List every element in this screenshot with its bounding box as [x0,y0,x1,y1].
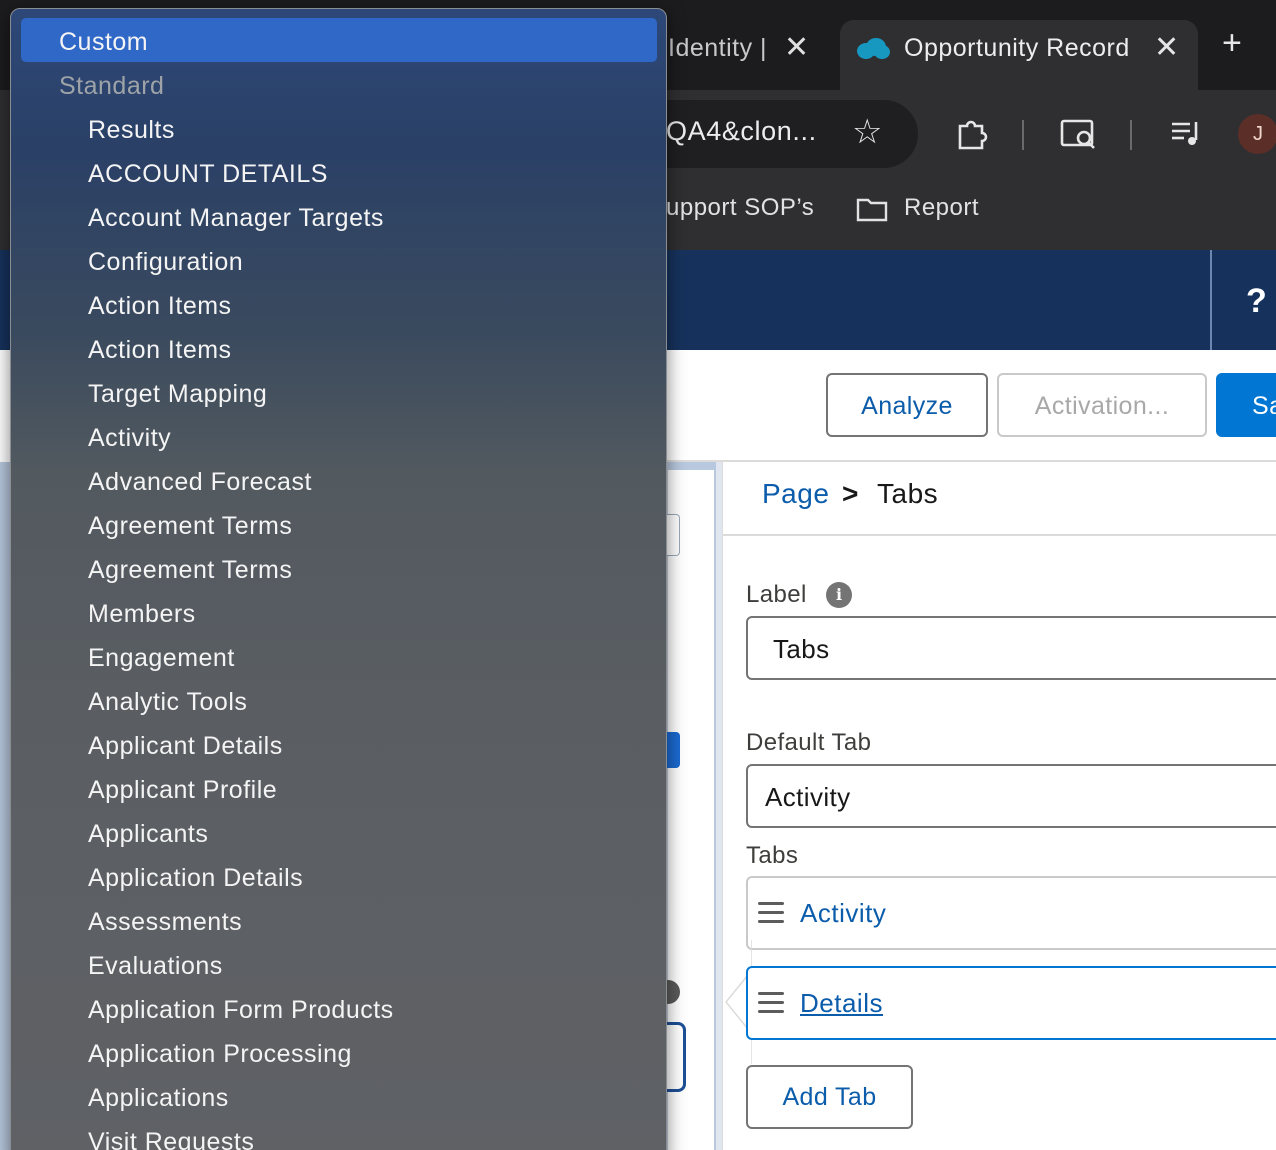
label-input[interactable]: Tabs [746,616,1276,680]
menu-option[interactable]: Application Processing [88,1040,352,1069]
new-tab-button[interactable]: + [1222,24,1242,63]
drag-handle-icon[interactable] [758,902,784,924]
menu-option[interactable]: Agreement Terms [88,556,292,585]
menu-option[interactable]: Assessments [88,908,242,937]
media-queue-icon[interactable] [1170,116,1204,150]
menu-option[interactable]: Results [88,116,175,145]
add-tab-button[interactable]: Add Tab [746,1065,913,1129]
properties-divider [722,534,1276,536]
bookmark-report[interactable]: Report [904,194,979,222]
menu-option[interactable]: Applications [88,1084,229,1113]
tab-list-item-details[interactable]: Details [746,966,1276,1040]
extensions-puzzle-icon[interactable] [954,116,990,152]
breadcrumb-current: Tabs [877,478,939,509]
default-tab-value: Activity [765,782,851,812]
tab-list-item-label[interactable]: Details [800,988,883,1019]
address-text[interactable]: QA4&clon... [666,116,817,147]
menu-option[interactable]: Activity [88,424,171,453]
menu-group-standard: Standard [59,72,165,100]
header-divider [1210,250,1212,350]
default-tab-select[interactable]: Activity [746,764,1276,828]
tab-list-item-label[interactable]: Activity [800,898,886,929]
default-tab-label: Default Tab [746,729,872,756]
bookmark-star-icon[interactable]: ☆ [852,112,882,152]
menu-option[interactable]: Applicants [88,820,208,849]
menu-option[interactable]: Action Items [88,292,232,321]
menu-option[interactable]: Configuration [88,248,243,277]
menu-option[interactable]: ACCOUNT DETAILS [88,160,328,189]
save-button[interactable]: Sa [1216,373,1276,437]
menu-option[interactable]: Target Mapping [88,380,267,409]
close-icon[interactable]: ✕ [1154,30,1179,65]
menu-option[interactable]: Application Form Products [88,996,394,1025]
menu-option[interactable]: Engagement [88,644,235,673]
label-field-label: Label [746,581,807,608]
profile-avatar[interactable]: J [1238,114,1276,154]
menu-option[interactable]: Applicant Profile [88,776,277,805]
menu-option[interactable]: Evaluations [88,952,223,981]
menu-option[interactable]: Application Details [88,864,303,893]
bookmark-support-sops[interactable]: upport SOP’s [666,194,814,222]
menu-option[interactable]: Visit Requests [88,1128,254,1150]
folder-icon [856,198,888,222]
menu-option[interactable]: Agreement Terms [88,512,292,541]
toolbar-separator [1130,120,1132,150]
menu-option[interactable]: Advanced Forecast [88,468,312,497]
menu-option-custom[interactable]: Custom [59,28,148,57]
menu-option[interactable]: Account Manager Targets [88,204,384,233]
tab-list-item-activity[interactable]: Activity [746,876,1276,950]
breadcrumb-separator: > [842,478,859,509]
salesforce-cloud-icon [857,38,890,59]
menu-option[interactable]: Applicant Details [88,732,283,761]
close-icon[interactable]: ✕ [784,30,809,65]
help-icon[interactable]: ? [1246,282,1267,321]
label-input-value: Tabs [773,634,830,664]
menu-option[interactable]: Action Items [88,336,232,365]
info-icon[interactable]: i [826,582,852,608]
tab-title: Opportunity Record [904,34,1130,62]
drag-handle-icon[interactable] [758,992,784,1014]
analyze-button[interactable]: Analyze [826,373,988,437]
toolbar-separator [1022,120,1024,150]
page-search-icon[interactable] [1060,116,1098,152]
tabs-section-label: Tabs [746,842,799,869]
breadcrumb-page-link[interactable]: Page [762,478,829,510]
tab-type-dropdown-menu[interactable]: Custom Standard Results ACCOUNT DETAILS … [10,8,667,1150]
tab-title: Identity | [668,34,768,62]
browser-tab-opportunity-record[interactable]: Opportunity Record ✕ [840,20,1198,90]
activation-button[interactable]: Activation... [997,373,1207,437]
menu-option[interactable]: Analytic Tools [88,688,247,717]
menu-option[interactable]: Members [88,600,196,629]
